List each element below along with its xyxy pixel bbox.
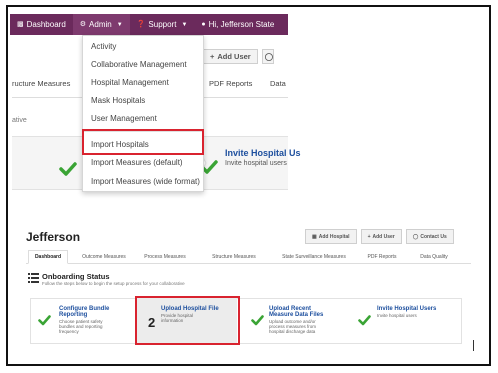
nav-admin[interactable]: ⚙ Admin ▼ — [72, 14, 130, 35]
nav-user-label: Hi, Jefferson State — [208, 20, 275, 29]
menu-item-activity[interactable]: Activity — [91, 42, 116, 51]
tab-structure-measures[interactable]: Structure Measures — [204, 250, 264, 264]
bg-add-user-button[interactable]: + Add User — [203, 49, 258, 64]
bg-tab-structure[interactable]: ructure Measures — [12, 79, 70, 88]
nav-user[interactable]: ● Hi, Jefferson State — [194, 14, 281, 35]
top-navbar: ▩ Dashboard ⚙ Admin ▼ ❓ Support ▼ ● Hi, … — [10, 14, 288, 35]
add-hospital-button[interactable]: ▦ Add Hospital — [305, 229, 357, 244]
list-icon — [28, 273, 39, 283]
tab-pdf-reports[interactable]: PDF Reports — [362, 250, 402, 264]
bg-add-user-label: Add User — [217, 52, 251, 61]
caret-down-icon: ▼ — [181, 21, 188, 28]
menu-item-user-management[interactable]: User Management — [91, 114, 157, 123]
checkmark-icon — [38, 315, 51, 326]
step-subtitle: Invite hospital users — [377, 313, 417, 318]
step-configure-bundle[interactable]: Configure Bundle Reporting Choose patien… — [30, 298, 134, 344]
add-user-icon: + — [367, 233, 371, 240]
checkmark-icon — [358, 315, 371, 326]
page-action-buttons: ▦ Add Hospital + Add User ◯ Contact Us — [305, 229, 454, 244]
menu-item-import-measures-wide[interactable]: Import Measures (wide format) — [91, 177, 200, 186]
tab-state-surveillance-measures[interactable]: State Surveillance Measures — [274, 250, 354, 264]
question-circle-icon: ❓ — [136, 21, 146, 28]
step-subtitle: hospital discharge data — [269, 329, 316, 334]
menu-item-hospital-management[interactable]: Hospital Management — [91, 78, 169, 87]
menu-item-collaborative-management[interactable]: Collaborative Management — [91, 60, 187, 69]
add-user-icon: + — [210, 52, 215, 61]
contact-us-button[interactable]: ◯ Contact Us — [405, 229, 454, 244]
chat-icon: ◯ — [412, 233, 419, 240]
step-title: Measure Data Files — [269, 312, 324, 318]
nav-admin-label: Admin — [89, 20, 112, 29]
highlight-box-import-hospitals — [82, 129, 204, 155]
text-cursor — [473, 340, 474, 351]
bg-collaborative-fragment: ative — [12, 117, 27, 124]
tab-dashboard[interactable]: Dashboard — [28, 250, 68, 264]
bg-tab-pdf[interactable]: PDF Reports — [209, 79, 252, 88]
add-user-label: Add User — [372, 233, 395, 240]
hospital-icon: ▦ — [312, 233, 317, 240]
add-user-button[interactable]: + Add User — [360, 229, 402, 244]
step-upload-measure-data[interactable]: Upload Recent Measure Data Files Upload … — [242, 298, 348, 344]
tab-outcome-measures[interactable]: Outcome Measures — [78, 250, 130, 264]
menu-item-import-measures-default[interactable]: Import Measures (default) — [91, 158, 183, 167]
step-subtitle: frequency — [59, 329, 79, 334]
step-title: Reporting — [59, 312, 88, 318]
bg-contact-button[interactable]: ◯ — [261, 49, 274, 64]
bg-tab-data[interactable]: Data — [270, 79, 286, 88]
checkmark-icon — [251, 315, 264, 326]
admin-dropdown-menu: Activity Collaborative Management Hospit… — [82, 35, 204, 192]
background-action-buttons: + Add User ◯ — [203, 49, 274, 64]
menu-item-mask-hospitals[interactable]: Mask Hospitals — [91, 96, 145, 105]
gear-icon: ⚙ — [79, 21, 87, 28]
bar-chart-icon: ▩ — [17, 21, 24, 28]
add-hospital-label: Add Hospital — [318, 233, 350, 240]
tab-process-measures[interactable]: Process Measures — [138, 250, 192, 264]
step-title: Invite Hospital Users — [377, 306, 437, 312]
tab-data-quality[interactable]: Data Quality — [412, 250, 456, 264]
checkmark-icon — [59, 162, 77, 176]
step-invite-hospital-users[interactable]: Invite Hospital Users Invite hospital us… — [350, 298, 462, 344]
nav-support[interactable]: ❓ Support ▼ — [130, 14, 195, 35]
user-icon: ● — [201, 21, 206, 28]
nav-dashboard-label: Dashboard — [26, 20, 66, 29]
nav-support-label: Support — [148, 20, 177, 29]
page-title: Jefferson — [26, 230, 81, 244]
contact-us-label: Contact Us — [420, 233, 447, 240]
page-tabs: Dashboard Outcome Measures Process Measu… — [26, 250, 471, 264]
caret-down-icon: ▼ — [116, 21, 123, 28]
bg-invite-subtitle: Invite hospital users — [225, 160, 287, 167]
highlight-box-upload-hospital-file — [135, 296, 240, 345]
onboarding-title: Onboarding Status — [42, 272, 110, 281]
chat-icon: ◯ — [264, 52, 274, 61]
onboarding-subtitle: Follow the steps below to begin the setu… — [42, 281, 185, 286]
bg-invite-title[interactable]: Invite Hospital Us — [225, 148, 301, 158]
nav-dashboard[interactable]: ▩ Dashboard — [10, 14, 73, 35]
